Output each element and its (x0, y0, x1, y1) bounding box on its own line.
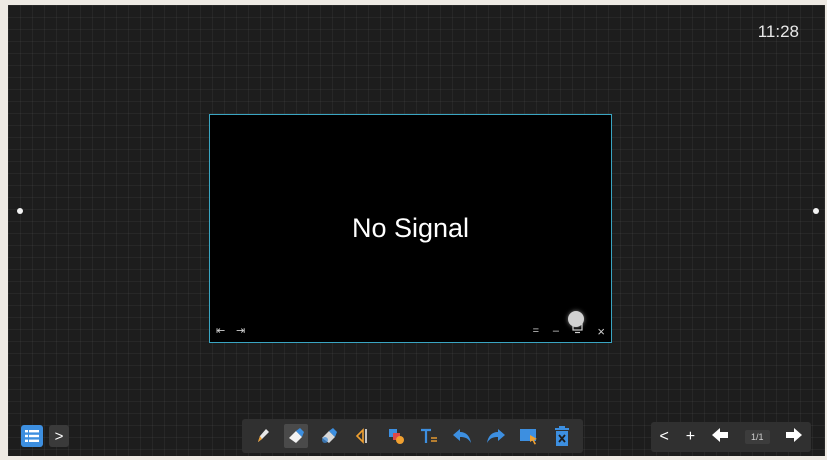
mirror-shape-icon (355, 428, 367, 444)
collapse-pager-button[interactable]: < (659, 428, 668, 446)
pen-icon (257, 429, 269, 442)
eraser-icon (288, 428, 304, 443)
left-edge-handle[interactable] (17, 208, 23, 214)
window-prev-button[interactable]: ⇤ (216, 324, 225, 337)
page-navigator: < + 1/1 (651, 422, 811, 452)
no-signal-message: No Signal (351, 213, 470, 243)
redo-icon (486, 429, 505, 443)
expand-panel-button[interactable]: > (49, 425, 69, 447)
delete-button[interactable] (550, 424, 574, 448)
window-close-button[interactable]: × (597, 324, 605, 339)
add-page-button[interactable]: + (686, 428, 695, 446)
mirror-tool[interactable] (351, 424, 375, 448)
redo-button[interactable] (484, 424, 508, 448)
list-icon (25, 430, 39, 442)
page-counter[interactable]: 1/1 (745, 430, 770, 444)
menu-button[interactable] (21, 425, 43, 447)
window-minimize-button[interactable]: – (553, 325, 559, 337)
fill-eraser-icon (322, 428, 338, 443)
eraser-tool[interactable] (283, 424, 308, 448)
drawing-toolbar (242, 419, 583, 453)
previous-page-button[interactable] (712, 427, 729, 447)
window-next-button[interactable]: ⇥ (236, 324, 245, 337)
pen-tool[interactable] (251, 424, 275, 448)
window-menu-button[interactable]: = (533, 325, 539, 337)
next-page-button[interactable] (786, 427, 803, 447)
source-window[interactable]: No Signal ⇤ ⇥ = – × (209, 114, 612, 343)
text-tool[interactable] (417, 424, 441, 448)
delete-icon (555, 426, 570, 446)
select-icon (520, 429, 538, 445)
undo-button[interactable] (450, 424, 474, 448)
shapes-tool[interactable] (384, 424, 408, 448)
clock: 11:28 (757, 22, 799, 41)
right-edge-handle[interactable] (813, 208, 819, 214)
select-tool[interactable] (517, 424, 541, 448)
text-icon (421, 428, 438, 443)
area-eraser-tool[interactable] (317, 424, 341, 448)
arrow-right-icon (786, 427, 803, 442)
arrow-left-icon (712, 427, 729, 442)
window-drag-knob[interactable] (568, 311, 584, 327)
undo-icon (453, 429, 472, 443)
shapes-icon (388, 429, 404, 444)
